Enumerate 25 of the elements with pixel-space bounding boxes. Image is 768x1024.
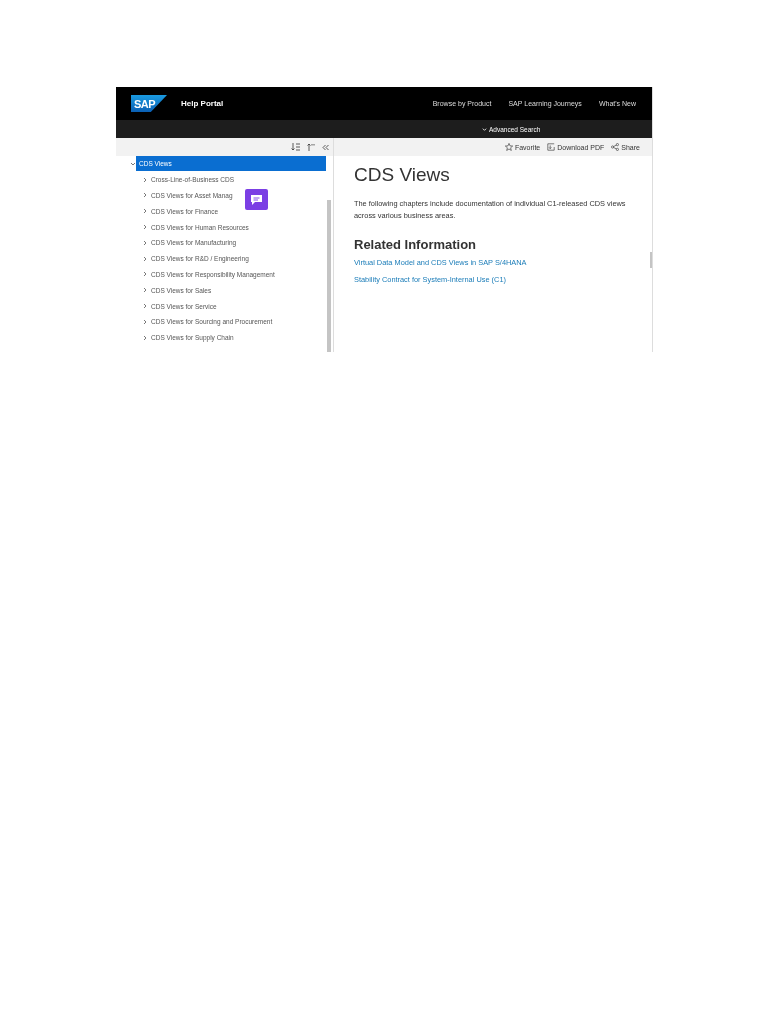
chevron-icon[interactable] [142,303,148,310]
chevron-icon[interactable] [142,318,148,325]
scrollbar[interactable] [327,200,331,352]
share-icon [611,143,620,151]
chevron-icon [482,126,487,132]
portal-title: Help Portal [181,99,224,108]
chevron-icon[interactable] [142,176,148,183]
chevron-icon[interactable] [142,334,148,341]
logo[interactable]: SAP [131,95,167,112]
scrollbar[interactable] [650,252,652,268]
chevron-icon[interactable] [142,255,148,262]
chevron-icon[interactable] [142,224,148,231]
star-icon [504,143,513,151]
chevron-icon[interactable] [142,271,148,278]
page-title: CDS Views [354,164,451,186]
section-heading: Related Information [354,237,478,252]
download-icon [547,143,556,151]
chevron-icon[interactable] [142,287,148,294]
chevron-icon[interactable] [142,192,148,199]
chevron-icon[interactable] [142,239,148,246]
chevron-icon[interactable] [142,208,148,215]
sort-up-icon[interactable] [307,143,315,151]
sort-down-icon[interactable] [291,143,300,151]
chevron-icon[interactable] [130,160,136,167]
chat-icon[interactable] [245,189,268,210]
